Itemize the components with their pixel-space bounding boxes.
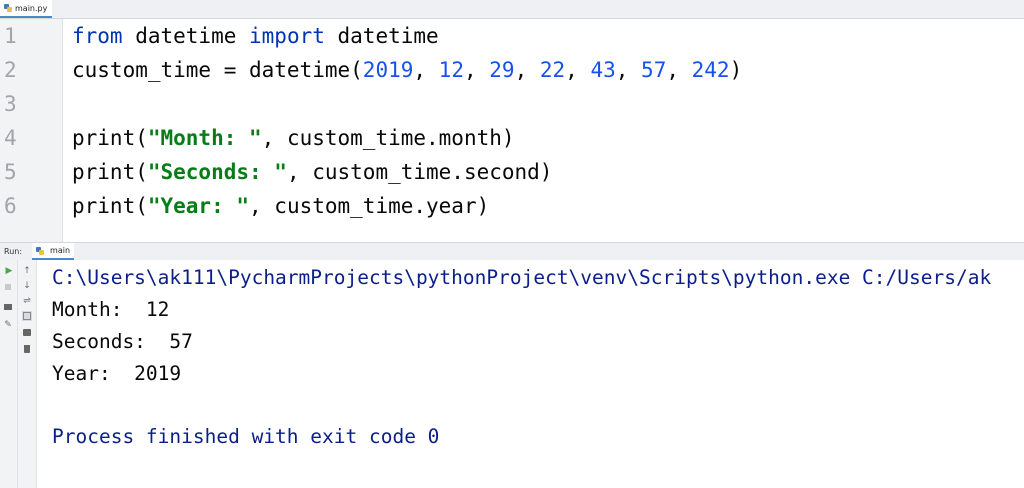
line-number: 2: [4, 58, 17, 82]
number-literal: 57: [641, 58, 667, 82]
code-text: , custom_time.year): [249, 194, 490, 218]
console-exit-message: Process finished with exit code 0: [52, 425, 440, 448]
run-tab-main[interactable]: main: [32, 243, 75, 260]
code-text: custom_time = datetime(: [72, 58, 363, 82]
editor-tab-label: main.py: [15, 3, 48, 13]
string-literal: "Year: ": [147, 194, 250, 218]
code-text: print(: [72, 194, 148, 218]
line-number: 6: [4, 194, 17, 218]
string-literal: "Seconds: ": [147, 160, 287, 184]
code-line-6: print("Year: ", custom_time.year): [72, 189, 489, 223]
code-separator: ,: [463, 58, 490, 82]
scroll-to-end-icon[interactable]: [22, 311, 32, 321]
run-console-output[interactable]: C:\Users\ak111\PycharmProjects\pythonPro…: [37, 260, 1024, 488]
console-output-line: Year: 2019: [52, 362, 182, 385]
code-separator: ,: [666, 58, 692, 82]
code-editor[interactable]: 1 2 3 4 5 6 from datetime import datetim…: [0, 19, 1024, 242]
layout-icon[interactable]: [3, 303, 13, 313]
code-line-1: from datetime import datetime: [72, 19, 439, 53]
code-separator: ,: [514, 58, 540, 82]
console-command-line: C:\Users\ak111\PycharmProjects\pythonPro…: [52, 266, 992, 289]
run-tab-label: main: [50, 246, 71, 255]
console-output-line: Month: 12: [52, 298, 170, 321]
keyword-import: import: [249, 24, 325, 48]
line-number: 3: [4, 92, 17, 116]
scroll-up-icon[interactable]: ↑: [22, 266, 32, 276]
run-toolbar-right: ↑ ↓ ⇌: [18, 260, 37, 488]
rerun-icon[interactable]: ▶: [4, 266, 14, 276]
pin-icon[interactable]: ✎: [3, 320, 13, 330]
run-toolbar-left: ▶ ✎: [0, 260, 18, 488]
soft-wrap-icon[interactable]: ⇌: [22, 296, 32, 306]
number-literal: 12: [438, 58, 464, 82]
code-line-2: custom_time = datetime(2019, 12, 29, 22,…: [72, 53, 742, 87]
trash-icon[interactable]: [22, 344, 32, 354]
code-text: , custom_time.month): [261, 126, 515, 150]
number-literal: 242: [691, 58, 730, 82]
run-label: Run:: [4, 247, 23, 256]
print-icon[interactable]: [22, 328, 32, 338]
string-literal: "Month: ": [147, 126, 262, 150]
editor-tab-bar: main.py: [0, 0, 1024, 19]
code-text: print(: [72, 160, 148, 184]
code-separator: ,: [413, 58, 439, 82]
number-literal: 22: [539, 58, 566, 82]
code-separator: ,: [565, 58, 591, 82]
number-literal: 43: [590, 58, 616, 82]
python-file-icon: [4, 4, 12, 12]
code-line-5: print("Seconds: ", custom_time.second): [72, 155, 552, 189]
editor-tab-main-py[interactable]: main.py: [0, 0, 52, 18]
code-text: print(: [72, 126, 148, 150]
code-separator: ,: [615, 58, 642, 82]
code-text: , custom_time.second): [286, 160, 553, 184]
stop-icon[interactable]: [3, 282, 13, 292]
keyword-from: from: [72, 24, 123, 48]
scroll-down-icon[interactable]: ↓: [22, 281, 32, 291]
code-text: datetime: [122, 24, 250, 48]
python-run-config-icon: [36, 246, 45, 255]
code-text: ): [729, 58, 743, 82]
number-literal: 2019: [362, 58, 414, 82]
line-number: 1: [4, 24, 17, 48]
run-tool-window-header: Run: main: [0, 242, 1024, 261]
console-output-line: Seconds: 57: [52, 330, 193, 353]
code-text: datetime: [324, 24, 439, 48]
number-literal: 29: [489, 58, 515, 82]
line-number: 4: [4, 126, 17, 150]
line-number-gutter[interactable]: 1 2 3 4 5 6: [0, 19, 63, 242]
code-line-4: print("Month: ", custom_time.month): [72, 121, 515, 155]
line-number: 5: [4, 160, 17, 184]
